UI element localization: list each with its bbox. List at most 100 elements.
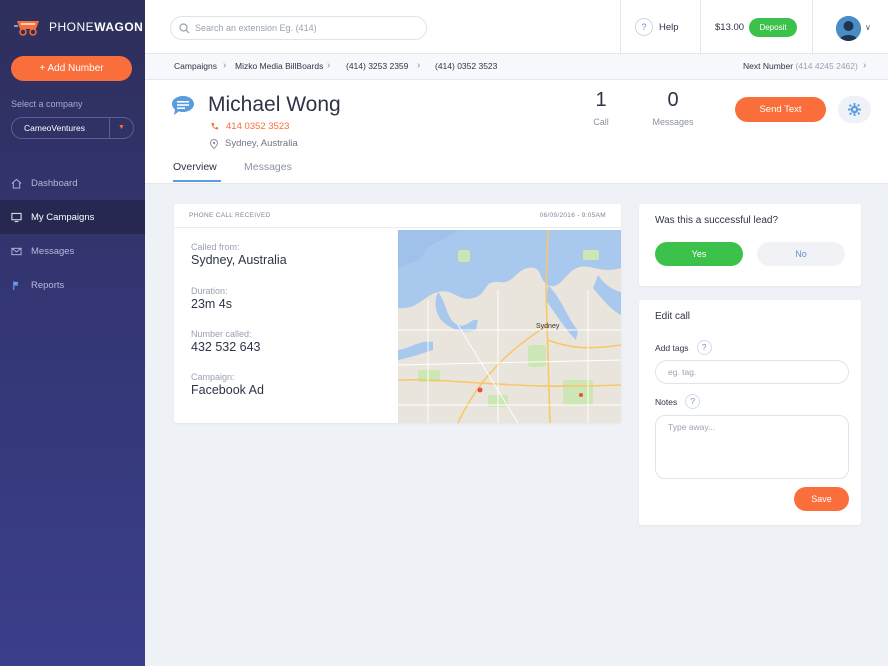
company-select[interactable]: CameoVentures ▼ — [11, 117, 134, 139]
notes-placeholder: Type away... — [668, 422, 716, 432]
search-input[interactable]: Search an extension Eg. (414) — [170, 16, 427, 40]
field-label: Number called: — [191, 329, 252, 339]
help-button[interactable]: ? Help — [635, 18, 679, 36]
save-button[interactable]: Save — [794, 487, 849, 511]
logo-text: PHONEWAGON — [49, 20, 144, 34]
active-tab-indicator — [173, 180, 221, 182]
call-timestamp: 06/09/2016 - 9:05AM — [539, 212, 606, 219]
field-value: 23m 4s — [191, 297, 232, 311]
location-map[interactable]: Sydney — [398, 230, 621, 423]
notes-label: Notes ? — [655, 394, 701, 409]
question-icon[interactable]: ? — [696, 340, 712, 355]
breadcrumb: Campaigns › Mizko Media BillBoards › (41… — [145, 54, 888, 80]
field-label: Campaign: — [191, 372, 235, 382]
call-field-campaign: Campaign: Facebook Ad — [191, 372, 264, 397]
company-select-label: Select a company — [11, 99, 83, 109]
messages-count: 0 — [667, 89, 679, 111]
phone-icon — [211, 122, 219, 130]
tab-messages[interactable]: Messages — [244, 161, 292, 173]
settings-button[interactable] — [838, 96, 871, 123]
field-value: 432 532 643 — [191, 340, 261, 354]
chevron-down-icon[interactable]: ∨ — [865, 23, 871, 32]
tags-label-text: Add tags — [655, 342, 689, 353]
top-bar: Search an extension Eg. (414) ? Help $13… — [145, 0, 888, 54]
logo[interactable]: PHONEWAGON — [14, 18, 143, 36]
sidebar-item-messages[interactable]: Messages — [0, 234, 145, 268]
lead-card: Was this a successful lead? Yes No — [639, 204, 861, 286]
tags-placeholder: eg. tag. — [668, 367, 697, 377]
lead-question: Was this a successful lead? — [655, 215, 779, 226]
messages-stat: 0 Messages — [648, 89, 698, 127]
home-icon — [11, 178, 22, 189]
call-card-heading: PHONE CALL RECEIVED — [189, 212, 271, 219]
field-value: Sydney, Australia — [191, 253, 287, 267]
call-card-header: PHONE CALL RECEIVED 06/09/2016 - 9:05AM — [174, 204, 621, 228]
wagon-logo-icon — [14, 21, 39, 36]
location-pin-icon — [210, 138, 218, 149]
call-field-called-from: Called from: Sydney, Australia — [191, 242, 287, 267]
flag-icon — [13, 280, 19, 290]
chevron-right-icon: › — [417, 60, 421, 71]
contact-name: Michael Wong — [208, 93, 341, 116]
chevron-right-icon: › — [327, 60, 331, 71]
sidebar-item-label: Messages — [31, 245, 75, 257]
company-select-value: CameoVentures — [24, 123, 85, 133]
tags-label: Add tags ? — [655, 340, 712, 355]
map-city-label: Sydney — [536, 323, 560, 330]
messages-label: Messages — [652, 117, 694, 127]
sidebar-item-my-campaigns[interactable]: My Campaigns — [0, 200, 145, 234]
field-label: Called from: — [191, 242, 240, 252]
tags-input[interactable]: eg. tag. — [655, 360, 849, 384]
notes-textarea[interactable]: Type away... — [655, 415, 849, 479]
contact-location: Sydney, Australia — [210, 138, 298, 149]
contact-location-value: Sydney, Australia — [225, 138, 298, 149]
breadcrumb-item[interactable]: Campaigns — [174, 61, 217, 71]
divider — [812, 0, 813, 54]
contact-header: Michael Wong 414 0352 3523 Sydney, Austr… — [145, 80, 888, 184]
contact-phone-value: 414 0352 3523 — [226, 121, 290, 132]
edit-call-title: Edit call — [655, 311, 691, 322]
sidebar-item-label: Reports — [31, 279, 65, 291]
search-placeholder: Search an extension Eg. (414) — [195, 23, 317, 33]
add-number-button[interactable]: + Add Number — [11, 56, 132, 81]
send-text-button[interactable]: Send Text — [735, 97, 826, 122]
call-details-card: PHONE CALL RECEIVED 06/09/2016 - 9:05AM … — [174, 204, 621, 423]
envelope-icon — [11, 247, 22, 255]
question-icon[interactable]: ? — [685, 394, 701, 409]
chevron-right-icon: › — [223, 60, 227, 71]
gear-icon — [848, 103, 861, 116]
sidebar-item-label: My Campaigns — [31, 211, 95, 223]
next-number-link[interactable]: Next Number (414 4245 2462) — [743, 61, 858, 71]
tab-overview[interactable]: Overview — [173, 161, 217, 173]
divider — [700, 0, 701, 54]
notes-label-text: Notes — [655, 396, 678, 407]
chevron-right-icon[interactable]: › — [863, 60, 866, 71]
sidebar-item-dashboard[interactable]: Dashboard — [0, 166, 145, 200]
lead-yes-button[interactable]: Yes — [655, 242, 743, 266]
divider — [620, 0, 621, 54]
sidebar-item-reports[interactable]: Reports — [0, 268, 145, 302]
field-label: Duration: — [191, 286, 228, 296]
sidebar-nav: Dashboard My Campaigns Messages Reports — [0, 166, 145, 302]
chat-bubble-icon — [172, 96, 194, 115]
breadcrumb-item[interactable]: (414) 3253 2359 — [346, 61, 408, 71]
call-field-duration: Duration: 23m 4s — [191, 286, 232, 311]
call-field-number-called: Number called: 432 532 643 — [191, 329, 261, 354]
help-label: Help — [659, 21, 679, 33]
avatar[interactable] — [836, 16, 861, 41]
map-image: Sydney — [398, 230, 621, 423]
edit-call-card: Edit call Add tags ? eg. tag. Notes ? Ty… — [639, 300, 861, 525]
search-icon — [179, 23, 190, 34]
next-number-value: (414 4245 2462) — [795, 61, 858, 71]
monitor-icon — [11, 212, 22, 222]
breadcrumb-item[interactable]: Mizko Media BillBoards — [235, 61, 323, 71]
contact-phone[interactable]: 414 0352 3523 — [210, 121, 289, 132]
deposit-button[interactable]: Deposit — [749, 18, 797, 37]
next-number-label: Next Number — [743, 61, 794, 71]
lead-no-button[interactable]: No — [757, 242, 845, 266]
calls-stat: 1 Call — [586, 89, 616, 127]
question-icon: ? — [635, 18, 653, 36]
breadcrumb-item[interactable]: (414) 0352 3523 — [435, 61, 497, 71]
sidebar: PHONEWAGON + Add Number Select a company… — [0, 0, 145, 666]
chevron-down-icon[interactable]: ▼ — [109, 118, 133, 138]
